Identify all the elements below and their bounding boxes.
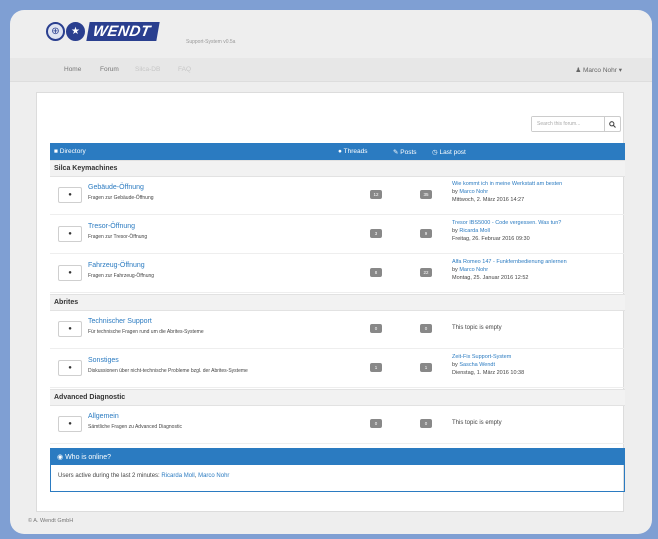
comment-icon: ● xyxy=(58,226,82,242)
forum-description: Fragen zur Fahrzeug-Öffnung xyxy=(88,273,155,279)
posts-count: 0 xyxy=(420,324,432,333)
last-post: Tresor IBS5000 - Code vergessen. Was tun… xyxy=(452,219,562,242)
last-post-date: Montag, 25. Januar 2016 12:52 xyxy=(452,275,529,281)
app-frame: ⊕ ★ WENDT Support-System v0.5a Home Foru… xyxy=(10,10,652,534)
empty-topic-text: This topic is empty xyxy=(452,420,502,426)
forum-description: Für technische Fragen rund um die Abrite… xyxy=(88,329,204,335)
threads-count: 3 xyxy=(370,229,382,238)
navbar: Home Forum Silca-DB FAQ ♟ Marco Nohr ▾ xyxy=(10,58,652,82)
forum-description: Sämtliche Fragen zu Advanced Diagnostic xyxy=(88,424,182,430)
last-post-date: Mittwoch, 2. März 2016 14:27 xyxy=(452,197,525,203)
last-post-title[interactable]: Zeit-Fix Support-System xyxy=(452,353,524,361)
posts-count: 0 xyxy=(420,419,432,428)
forum-description: Diskussionen über nicht-technische Probl… xyxy=(88,368,248,374)
directory-title: ■ Directory xyxy=(54,148,86,155)
posts-count: 9 xyxy=(420,229,432,238)
last-post: Wie kommt ich in meine Werkstatt am best… xyxy=(452,180,563,203)
footer-copyright: © A. Wendt GmbH xyxy=(28,518,74,524)
forum-description: Fragen zur Tresor-Öffnung xyxy=(88,234,148,240)
last-post-author[interactable]: Ricarda Moll xyxy=(459,228,490,234)
threads-count: 12 xyxy=(370,190,382,199)
last-post-title[interactable]: Tresor IBS5000 - Code vergessen. Was tun… xyxy=(452,219,561,227)
forum-row: ● Sonstiges Diskussionen über nicht-tech… xyxy=(50,350,625,388)
user-name: Marco Nohr xyxy=(582,67,617,74)
posts-count: 22 xyxy=(420,268,432,277)
folder-icon: ■ xyxy=(54,148,58,155)
search-button[interactable] xyxy=(604,117,620,131)
search-box xyxy=(531,116,621,132)
caret-down-icon: ▾ xyxy=(618,67,622,74)
category-header: Advanced Diagnostic xyxy=(50,389,625,406)
nav-faq[interactable]: FAQ xyxy=(178,66,191,73)
comment-icon: ● xyxy=(58,416,82,432)
last-post-author[interactable]: Marco Nohr xyxy=(459,189,488,195)
threads-count: 0 xyxy=(370,324,382,333)
who-is-online-panel: ◉ Who is online? Users active during the… xyxy=(50,448,625,492)
directory-header: ■ Directory ● Threads ✎ Posts ◷ Last pos… xyxy=(50,143,625,160)
forum-title[interactable]: Sonstiges xyxy=(88,357,119,364)
nav-home[interactable]: Home xyxy=(64,66,81,73)
category-header: Silca Keymachines xyxy=(50,160,625,177)
who-is-online-body: Users active during the last 2 minutes: … xyxy=(58,473,230,479)
posts-count: 35 xyxy=(420,190,432,199)
nav-forum[interactable]: Forum xyxy=(100,66,119,73)
threads-count: 1 xyxy=(370,363,382,372)
forum-row: ● Allgemein Sämtliche Fragen zu Advanced… xyxy=(50,406,625,444)
brand-tagline: Support-System v0.5a xyxy=(186,39,236,45)
online-users-label: Users active during the last 2 minutes: xyxy=(58,473,160,479)
threads-count: 0 xyxy=(370,419,382,428)
empty-topic-text: This topic is empty xyxy=(452,325,502,331)
brand-wordmark: WENDT xyxy=(86,22,160,41)
last-post-column-header: ◷ Last post xyxy=(432,149,466,156)
comments-icon: ● xyxy=(338,148,342,155)
person-icon: ♟ xyxy=(575,67,582,74)
comment-icon: ● xyxy=(58,265,82,281)
clock-icon: ◷ xyxy=(432,149,438,156)
last-post-title[interactable]: Alfa Romeo 147 - Funkfernbedienung anler… xyxy=(452,258,567,266)
threads-column-header: ● Threads xyxy=(338,148,368,155)
posts-column-header: ✎ Posts xyxy=(393,149,417,156)
threads-count: 8 xyxy=(370,268,382,277)
last-post-date: Freitag, 26. Februar 2016 09:30 xyxy=(452,236,530,242)
online-user-link[interactable]: Ricarda Moll xyxy=(161,473,194,479)
forum-row: ● Technischer Support Für technische Fra… xyxy=(50,311,625,349)
forum-row: ● Tresor-Öffnung Fragen zur Tresor-Öffnu… xyxy=(50,216,625,254)
online-user-link[interactable]: Marco Nohr xyxy=(198,473,229,479)
comment-icon: ● xyxy=(58,321,82,337)
forum-row: ● Gebäude-Öffnung Fragen zur Gebäude-Öff… xyxy=(50,177,625,215)
comment-icon: ● xyxy=(58,360,82,376)
who-is-online-header: ◉ Who is online? xyxy=(51,449,624,465)
forum-title[interactable]: Technischer Support xyxy=(88,318,152,325)
pencil-icon: ✎ xyxy=(393,149,399,156)
star-icon: ★ xyxy=(66,22,85,41)
last-post: Alfa Romeo 147 - Funkfernbedienung anler… xyxy=(452,258,567,281)
forum-index-panel: ■ Directory ● Threads ✎ Posts ◷ Last pos… xyxy=(36,92,625,512)
search-icon xyxy=(609,120,616,128)
comment-icon: ● xyxy=(58,187,82,203)
globe-icon: ◉ xyxy=(57,454,64,461)
who-is-online-title: Who is online? xyxy=(65,454,111,461)
nav-silca-db[interactable]: Silca-DB xyxy=(135,66,160,73)
last-post-author[interactable]: Sascha Wendt xyxy=(459,362,495,368)
last-post-date: Dienstag, 1. März 2016 10:38 xyxy=(452,370,525,376)
search-input[interactable] xyxy=(532,117,605,131)
posts-count: 1 xyxy=(420,363,432,372)
logo[interactable]: ⊕ ★ WENDT xyxy=(46,22,160,41)
category-header: Abrites xyxy=(50,294,625,311)
header: ⊕ ★ WENDT Support-System v0.5a xyxy=(10,10,652,58)
user-menu[interactable]: ♟ Marco Nohr ▾ xyxy=(575,66,622,74)
last-post: Zeit-Fix Support-System by Sascha Wendt … xyxy=(452,353,525,376)
forum-row: ● Fahrzeug-Öffnung Fragen zur Fahrzeug-Ö… xyxy=(50,255,625,293)
forum-title[interactable]: Fahrzeug-Öffnung xyxy=(88,262,145,269)
forum-title[interactable]: Gebäude-Öffnung xyxy=(88,184,144,191)
last-post-title[interactable]: Wie kommt ich in meine Werkstatt am best… xyxy=(452,180,562,188)
globe-icon: ⊕ xyxy=(46,22,65,41)
forum-description: Fragen zur Gebäude-Öffnung xyxy=(88,195,154,201)
forum-title[interactable]: Tresor-Öffnung xyxy=(88,223,135,230)
last-post-author[interactable]: Marco Nohr xyxy=(459,267,488,273)
forum-title[interactable]: Allgemein xyxy=(88,413,119,420)
